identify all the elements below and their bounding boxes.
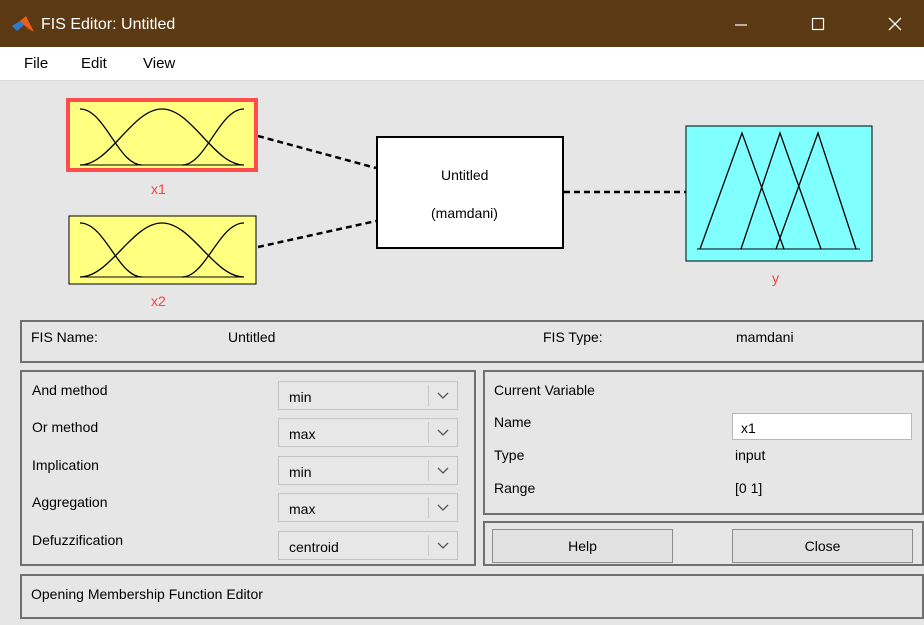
and-method-select[interactable]: min: [278, 381, 458, 410]
input-x1-label: x1: [151, 181, 166, 197]
chevron-down-icon: [437, 504, 449, 511]
close-button[interactable]: Close: [732, 529, 913, 563]
aggregation-value: max: [289, 501, 316, 517]
variable-range-label: Range: [494, 480, 536, 496]
variable-type-value: input: [735, 447, 766, 463]
menu-view[interactable]: View: [143, 55, 175, 72]
title-bar: FIS Editor: Untitled: [0, 0, 924, 47]
or-method-label: Or method: [32, 419, 99, 435]
minimize-icon: [735, 24, 747, 26]
variable-name-label: Name: [494, 414, 532, 430]
fis-diagram: [66, 98, 873, 285]
minimize-button[interactable]: [718, 0, 764, 47]
implication-label: Implication: [32, 457, 99, 473]
fis-system-block[interactable]: [376, 136, 564, 249]
or-method-select[interactable]: max: [278, 418, 458, 447]
close-icon: [888, 17, 902, 31]
maximize-icon: [811, 18, 825, 31]
current-variable-header: Current Variable: [494, 382, 595, 398]
input-x2-label: x2: [151, 293, 166, 309]
maximize-button[interactable]: [795, 0, 841, 47]
input-x1-block[interactable]: [66, 98, 258, 172]
status-text: Opening Membership Function Editor: [31, 586, 263, 602]
chevron-down-icon: [437, 467, 449, 474]
menu-file[interactable]: File: [24, 55, 48, 72]
system-type-label: (mamdani): [431, 205, 498, 221]
system-name-label: Untitled: [441, 167, 489, 183]
fis-name-label: FIS Name:: [31, 329, 98, 345]
aggregation-label: Aggregation: [32, 494, 108, 510]
variable-type-label: Type: [494, 447, 525, 463]
defuzzification-label: Defuzzification: [32, 532, 124, 548]
menu-bar: File Edit View: [0, 47, 924, 81]
variable-name-input[interactable]: x1: [732, 413, 912, 440]
input-x2-block[interactable]: [68, 215, 257, 285]
variable-name-value: x1: [741, 420, 756, 436]
connector-x2-system: [257, 219, 377, 249]
fis-type-value: mamdani: [736, 329, 794, 345]
implication-value: min: [289, 464, 312, 480]
menu-edit[interactable]: Edit: [81, 55, 107, 72]
or-method-value: max: [289, 426, 316, 442]
help-button[interactable]: Help: [492, 529, 673, 563]
chevron-down-icon: [437, 429, 449, 436]
implication-select[interactable]: min: [278, 456, 458, 485]
matlab-icon: [12, 16, 34, 32]
close-window-button[interactable]: [872, 0, 918, 47]
fis-type-label: FIS Type:: [543, 329, 603, 345]
output-y-label: y: [772, 270, 779, 286]
aggregation-select[interactable]: max: [278, 493, 458, 522]
and-method-label: And method: [32, 382, 108, 398]
chevron-down-icon: [437, 542, 449, 549]
window-title: FIS Editor: Untitled: [41, 16, 176, 33]
variable-range-value: [0 1]: [735, 480, 763, 496]
output-y-block[interactable]: [685, 125, 873, 262]
and-method-value: min: [289, 389, 312, 405]
connector-x1-system: [257, 134, 377, 170]
defuzzification-select[interactable]: centroid: [278, 531, 458, 560]
defuzzification-value: centroid: [289, 539, 339, 555]
fis-name-value: Untitled: [228, 329, 276, 345]
chevron-down-icon: [437, 392, 449, 399]
